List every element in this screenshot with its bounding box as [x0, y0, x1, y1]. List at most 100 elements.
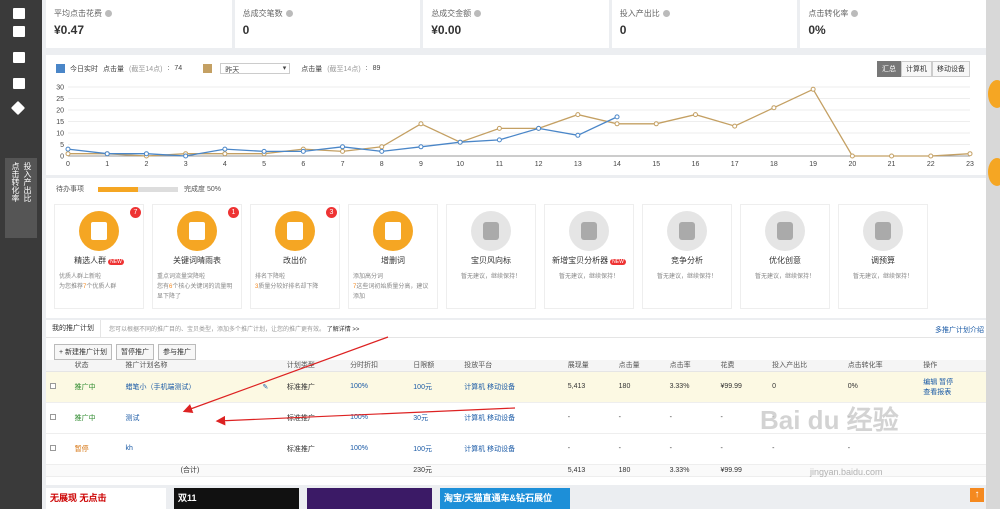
todo-tile[interactable]: 3 改出价 排名下降啦 3质量分较好排名却下降 [250, 204, 340, 309]
clicks-cell: 180 [614, 371, 666, 403]
operation-link[interactable]: 编辑 [923, 379, 937, 386]
help-icon[interactable] [285, 10, 293, 17]
row-checkbox[interactable] [50, 382, 56, 389]
view-summary-button[interactable]: 汇总 [877, 61, 901, 77]
discount-link[interactable]: 100% [346, 402, 410, 434]
legend-compare-metric: 点击量 [301, 65, 323, 73]
chat-icon[interactable] [988, 158, 1000, 186]
total-empty-cell [919, 464, 986, 477]
ad-banner[interactable] [307, 488, 432, 509]
daily-limit-link[interactable]: 100元 [409, 433, 461, 465]
discount-link[interactable]: 100% [346, 433, 410, 465]
x-tick-label: 21 [888, 161, 896, 168]
tab-my-plans[interactable]: 我的推广计划 [46, 319, 101, 338]
total-empty-cell [258, 464, 283, 477]
tile-desc-part: 这些词初始质量分高，建议添加 [353, 284, 429, 300]
new-plan-button[interactable]: + 新建推广计划 [54, 344, 113, 360]
join-plan-button[interactable]: 参与推广 [158, 344, 197, 360]
tile-desc-part: 为您推荐 [59, 284, 84, 290]
platform-link[interactable]: 计算机 移动设备 [460, 402, 564, 434]
pause-plan-button[interactable]: 暂停推广 [116, 344, 155, 360]
list-icon[interactable] [13, 52, 25, 63]
ad-banner[interactable]: 双11 [174, 488, 299, 509]
todo-tile[interactable]: 1 关键词晴雨表 重点词流量突降啦 您有6个核心关键词的流量明显下降了 [152, 204, 242, 309]
tile-desc: 暂无建议，继续保持！ [558, 274, 619, 280]
platform-link[interactable]: 计算机 移动设备 [460, 433, 564, 465]
todo-tile[interactable]: 调预算 暂无建议，继续保持！ [838, 204, 928, 309]
x-tick-label: 10 [456, 161, 464, 168]
back-to-top-button[interactable]: ↑ [970, 488, 984, 502]
pencil-icon[interactable]: ✎ [262, 384, 268, 391]
daily-limit-link[interactable]: 30元 [409, 402, 461, 434]
data-point [575, 112, 581, 118]
diamond-icon[interactable] [10, 100, 26, 116]
plan-type-cell: 标准推广 [282, 402, 347, 434]
x-tick-label: 15 [652, 161, 660, 168]
total-label-cell: (合计) [121, 464, 259, 477]
discount-link[interactable]: 100% [346, 371, 410, 403]
column-header: 花费 [716, 360, 769, 372]
y-tick-label: 15 [56, 119, 64, 126]
edit-cell [258, 402, 283, 434]
help-icon[interactable] [105, 10, 112, 17]
briefcase-icon[interactable] [13, 78, 25, 89]
row-checkbox[interactable] [50, 413, 56, 420]
metric-vertical-tab[interactable]: 点击转化率 投入产出比 [5, 158, 37, 238]
todo-tile[interactable]: 增删词 添加高分词 7这些词初始质量分高，建议添加 [348, 204, 438, 309]
cvr-cell: - [843, 433, 920, 465]
plan-type-cell: 标准推广 [282, 371, 347, 403]
todo-tile[interactable]: 7 精选人群 NEW 优质人群上新啦 为您推荐7个优质人群 [54, 204, 144, 309]
todo-tile[interactable]: 新增宝贝分析器 NEW 暂无建议，继续保持！ [544, 204, 634, 309]
column-header: 推广计划名称 [121, 360, 259, 372]
platform-link[interactable]: 计算机 移动设备 [460, 371, 564, 403]
multi-plan-intro-link[interactable]: 多推广计划介绍 [935, 325, 984, 335]
x-tick-label: 3 [184, 161, 188, 168]
column-header: 展现量 [563, 360, 615, 372]
data-point [340, 148, 346, 154]
home-icon[interactable] [13, 8, 25, 19]
data-point [614, 114, 620, 120]
stat-card: 总成交金额 ¥0.00 [423, 0, 609, 48]
column-header: 点击量 [614, 360, 666, 372]
plan-name-link[interactable]: 测试 [121, 402, 259, 434]
operations-cell: 编辑 暂停 查看报表 [919, 371, 986, 403]
trend-chart-card: 今日实时 点击量 (截至14点) : 74 昨天 点击量 (截至14点) : 8… [46, 55, 986, 175]
operation-link[interactable]: 暂停 [939, 379, 953, 386]
view-computer-button[interactable]: 计算机 [901, 61, 932, 77]
compare-date-select[interactable]: 昨天 [220, 63, 291, 74]
help-icon[interactable] [662, 10, 670, 17]
x-tick-label: 0 [66, 161, 70, 168]
learn-more-link[interactable]: 了解详情 >> [327, 327, 360, 333]
ad-banner[interactable]: 无展现 无点击 [46, 488, 166, 509]
series-line [68, 88, 971, 157]
chat-icon[interactable] [988, 80, 1000, 108]
plan-name-link[interactable]: 蜡笔小（手机端测试） [121, 371, 259, 403]
column-header: 计划类型 [282, 360, 347, 372]
todo-tile[interactable]: 优化创意 暂无建议，继续保持！ [740, 204, 830, 309]
tile-icon [875, 222, 891, 240]
daily-limit-link[interactable]: 100元 [409, 371, 461, 403]
help-icon[interactable] [474, 10, 482, 17]
todo-tile[interactable]: 宝贝风向标 暂无建议，继续保持！ [446, 204, 536, 309]
document-icon[interactable] [13, 26, 25, 37]
ad-banner-row: 无展现 无点击 双11 淘宝/天猫直通车&钻石展位 [46, 488, 986, 509]
plan-name-link[interactable]: kh [121, 433, 259, 465]
tile-desc-part: 优质人群上新啦 [59, 274, 102, 280]
tile-desc: 添加高分词 7这些词初始质量分高，建议添加 [349, 266, 437, 302]
tile-icon-circle [863, 211, 903, 251]
help-icon[interactable] [851, 10, 859, 17]
todo-tile[interactable]: 竞争分析 暂无建议，继续保持！ [642, 204, 732, 309]
operation-link[interactable]: 查看报表 [923, 389, 951, 396]
data-point [732, 123, 738, 129]
chart-legend: 今日实时 点击量 (截至14点) : 74 昨天 点击量 (截至14点) : 8… [56, 63, 380, 74]
tile-icon [287, 222, 303, 240]
x-tick-label: 19 [809, 161, 817, 168]
todo-card: 待办事项 完成度 50% 7 精选人群 NEW 优质人群上新啦 为您推荐7个优质人群 1 关… [46, 178, 986, 318]
tile-name: 优化创意 [741, 255, 829, 266]
view-mobile-button[interactable]: 移动设备 [932, 61, 970, 77]
x-tick-label: 6 [301, 161, 305, 168]
stat-label: 总成交金额 [431, 9, 472, 18]
clicks-cell: - [614, 402, 666, 434]
ad-banner[interactable]: 淘宝/天猫直通车&钻石展位 [440, 488, 570, 509]
row-checkbox[interactable] [50, 444, 56, 451]
